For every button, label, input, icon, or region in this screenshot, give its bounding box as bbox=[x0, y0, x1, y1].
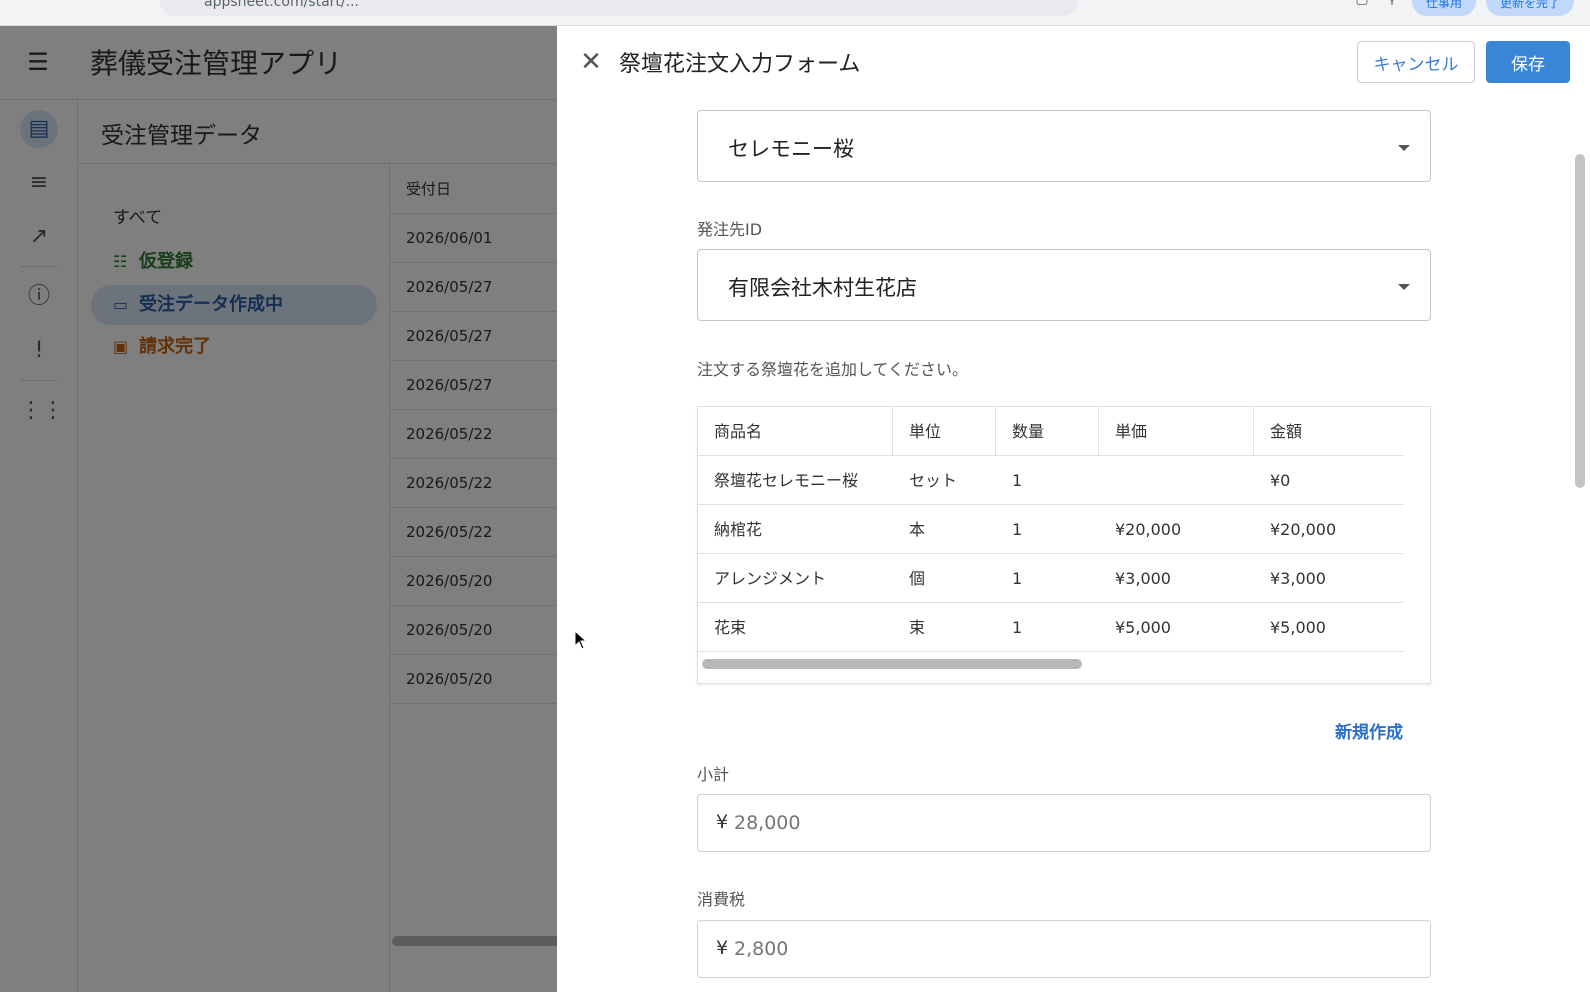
table-row[interactable]: アレンジメント 個 1 ¥3,000 ¥3,000 bbox=[698, 554, 1404, 603]
form-panel: ✕ 祭壇花注文入力フォーム キャンセル 保存 セレモニー桜 発注先ID 有限会社… bbox=[557, 26, 1590, 992]
table-row[interactable]: 納棺花 本 1 ¥20,000 ¥20,000 bbox=[698, 505, 1404, 554]
table-hscroll-thumb[interactable] bbox=[702, 659, 1082, 669]
cell-unit-price bbox=[1099, 456, 1115, 505]
close-icon[interactable]: ✕ bbox=[575, 46, 607, 78]
plan-select-value: セレモニー桜 bbox=[728, 137, 854, 161]
subtotal-label: 小計 bbox=[697, 765, 730, 784]
table-hscrollbar[interactable] bbox=[698, 655, 1404, 673]
currency-symbol: ¥ bbox=[716, 937, 729, 959]
form-header: ✕ 祭壇花注文入力フォーム キャンセル 保存 bbox=[557, 26, 1590, 98]
table-row[interactable]: 祭壇花セレモニー桜 セット 1 ¥0 bbox=[698, 456, 1404, 505]
column-header-unit[interactable]: 単位 bbox=[893, 407, 996, 456]
save-button[interactable]: 保存 bbox=[1486, 41, 1570, 83]
new-item-link[interactable]: 新規作成 bbox=[1335, 718, 1403, 743]
profile-button[interactable]: 仕事用 bbox=[1411, 0, 1476, 16]
cell-product: アレンジメント bbox=[714, 569, 827, 588]
tax-label: 消費税 bbox=[697, 890, 746, 909]
cell-qty: 1 bbox=[1012, 520, 1023, 539]
plan-select[interactable]: セレモニー桜 bbox=[697, 110, 1431, 182]
cell-unit: セット bbox=[909, 471, 958, 490]
cell-product: 納棺花 bbox=[714, 520, 763, 539]
address-bar[interactable]: appsheet.com/start/... bbox=[160, 0, 1078, 16]
search-tab-icon[interactable]: ⚲ bbox=[1382, 0, 1402, 11]
cell-unit-price: ¥20,000 bbox=[1115, 520, 1182, 539]
cell-qty: 1 bbox=[1012, 471, 1023, 490]
form-title: 祭壇花注文入力フォーム bbox=[619, 52, 861, 77]
form-scroll-thumb[interactable] bbox=[1575, 154, 1585, 488]
vendor-select-value: 有限会社木村生花店 bbox=[728, 276, 917, 300]
column-header-product[interactable]: 商品名 bbox=[698, 407, 893, 456]
order-items-table: 商品名 単位 数量 単価 金額 祭壇花セレモニー桜 セット 1 ¥0 納棺花 本… bbox=[697, 406, 1431, 684]
cell-amount: ¥5,000 bbox=[1270, 618, 1326, 637]
subtotal-field[interactable]: ¥ bbox=[697, 794, 1431, 852]
cell-qty: 1 bbox=[1012, 569, 1023, 588]
cell-product: 祭壇花セレモニー桜 bbox=[714, 471, 859, 490]
cell-unit: 個 bbox=[909, 569, 926, 588]
cell-product: 花束 bbox=[714, 618, 747, 637]
chevron-down-icon bbox=[1398, 284, 1410, 290]
cell-unit: 束 bbox=[909, 618, 926, 637]
cell-unit-price: ¥5,000 bbox=[1115, 618, 1171, 637]
cancel-button[interactable]: キャンセル bbox=[1357, 41, 1475, 83]
table-row[interactable]: 花束 束 1 ¥5,000 ¥5,000 bbox=[698, 603, 1404, 652]
browser-actions: ▢ ⚲ 仕事用 更新を完了 bbox=[1352, 0, 1574, 16]
url-text: appsheet.com/start/... bbox=[204, 0, 359, 10]
tax-field[interactable]: ¥ bbox=[697, 920, 1431, 978]
cell-amount: ¥3,000 bbox=[1270, 569, 1326, 588]
cell-qty: 1 bbox=[1012, 618, 1023, 637]
table-header-row: 商品名 単位 数量 単価 金額 bbox=[698, 407, 1404, 456]
subtotal-input[interactable] bbox=[734, 805, 1334, 841]
cell-unit-price: ¥3,000 bbox=[1115, 569, 1171, 588]
browser-toolbar: appsheet.com/start/... ▢ ⚲ 仕事用 更新を完了 bbox=[0, 0, 1590, 26]
cell-amount: ¥0 bbox=[1270, 471, 1291, 490]
column-header-qty[interactable]: 数量 bbox=[996, 407, 1099, 456]
cell-amount: ¥20,000 bbox=[1270, 520, 1337, 539]
vendor-label: 発注先ID bbox=[697, 220, 763, 239]
column-header-unit-price[interactable]: 単価 bbox=[1099, 407, 1254, 456]
update-button[interactable]: 更新を完了 bbox=[1485, 0, 1574, 16]
cell-unit: 本 bbox=[909, 520, 926, 539]
chevron-down-icon bbox=[1398, 145, 1410, 151]
extension-icon[interactable]: ▢ bbox=[1352, 0, 1372, 11]
currency-symbol: ¥ bbox=[716, 811, 729, 833]
vendor-select[interactable]: 有限会社木村生花店 bbox=[697, 249, 1431, 321]
column-header-amount[interactable]: 金額 bbox=[1254, 407, 1404, 456]
form-scrollbar[interactable] bbox=[1575, 126, 1585, 992]
tax-input[interactable] bbox=[734, 931, 1334, 967]
mouse-cursor-icon bbox=[574, 630, 588, 650]
help-text: 注文する祭壇花を追加してください。 bbox=[697, 360, 969, 379]
